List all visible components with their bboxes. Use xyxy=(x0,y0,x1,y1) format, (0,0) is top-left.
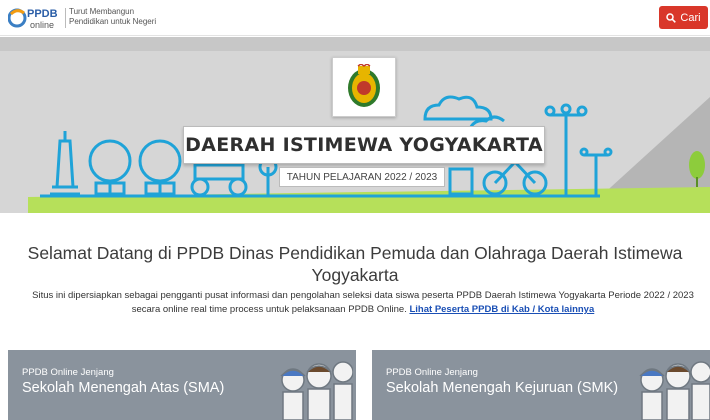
smk-card-title: Sekolah Menengah Kejuruan (SMK) xyxy=(386,380,619,396)
sma-card-subtitle: PPDB Online Jenjang xyxy=(22,367,114,378)
svg-text:online: online xyxy=(30,20,54,30)
description-line2: secara online real time process untuk pe… xyxy=(131,304,407,315)
site-description: Situs ini dipersiapkan sebagai pengganti… xyxy=(0,289,710,317)
top-navbar: PPDB online Turut Membangun Pendidikan u… xyxy=(0,0,710,36)
academic-year-label: TAHUN PELAJARAN 2022 / 2023 xyxy=(279,167,445,187)
tagline-line1: Turut Membangun xyxy=(69,7,135,16)
region-title: DAERAH ISTIMEWA YOGYAKARTA xyxy=(183,126,545,164)
svg-text:PPDB: PPDB xyxy=(27,8,58,20)
students-illustration xyxy=(639,361,710,420)
smk-card-subtitle: PPDB Online Jenjang xyxy=(386,367,478,378)
students-illustration xyxy=(280,361,353,420)
welcome-line1: Selamat Datang di PPDB Dinas Pendidikan … xyxy=(27,243,683,263)
welcome-line2: Yogyakarta xyxy=(311,265,399,285)
welcome-heading: Selamat Datang di PPDB Dinas Pendidikan … xyxy=(10,242,700,286)
other-regions-link[interactable]: Lihat Peserta PPDB di Kab / Kota lainnya xyxy=(409,304,594,315)
logo-divider xyxy=(65,8,66,28)
sma-card[interactable]: PPDB Online Jenjang Sekolah Menengah Ata… xyxy=(8,350,356,420)
ppdb-online-logo[interactable]: PPDB online xyxy=(7,4,64,32)
tagline-line2: Pendidikan untuk Negeri xyxy=(69,17,157,26)
search-icon xyxy=(666,12,677,23)
description-line1: Situs ini dipersiapkan sebagai pengganti… xyxy=(32,290,694,301)
tagline: Turut Membangun Pendidikan untuk Negeri xyxy=(69,7,156,27)
sma-card-title: Sekolah Menengah Atas (SMA) xyxy=(22,380,225,396)
yogyakarta-emblem xyxy=(332,57,396,117)
hero-banner: DAERAH ISTIMEWA YOGYAKARTA TAHUN PELAJAR… xyxy=(0,37,710,213)
smk-card[interactable]: PPDB Online Jenjang Sekolah Menengah Kej… xyxy=(372,350,710,420)
search-button[interactable]: Cari xyxy=(659,6,708,29)
search-button-label: Cari xyxy=(680,11,701,24)
